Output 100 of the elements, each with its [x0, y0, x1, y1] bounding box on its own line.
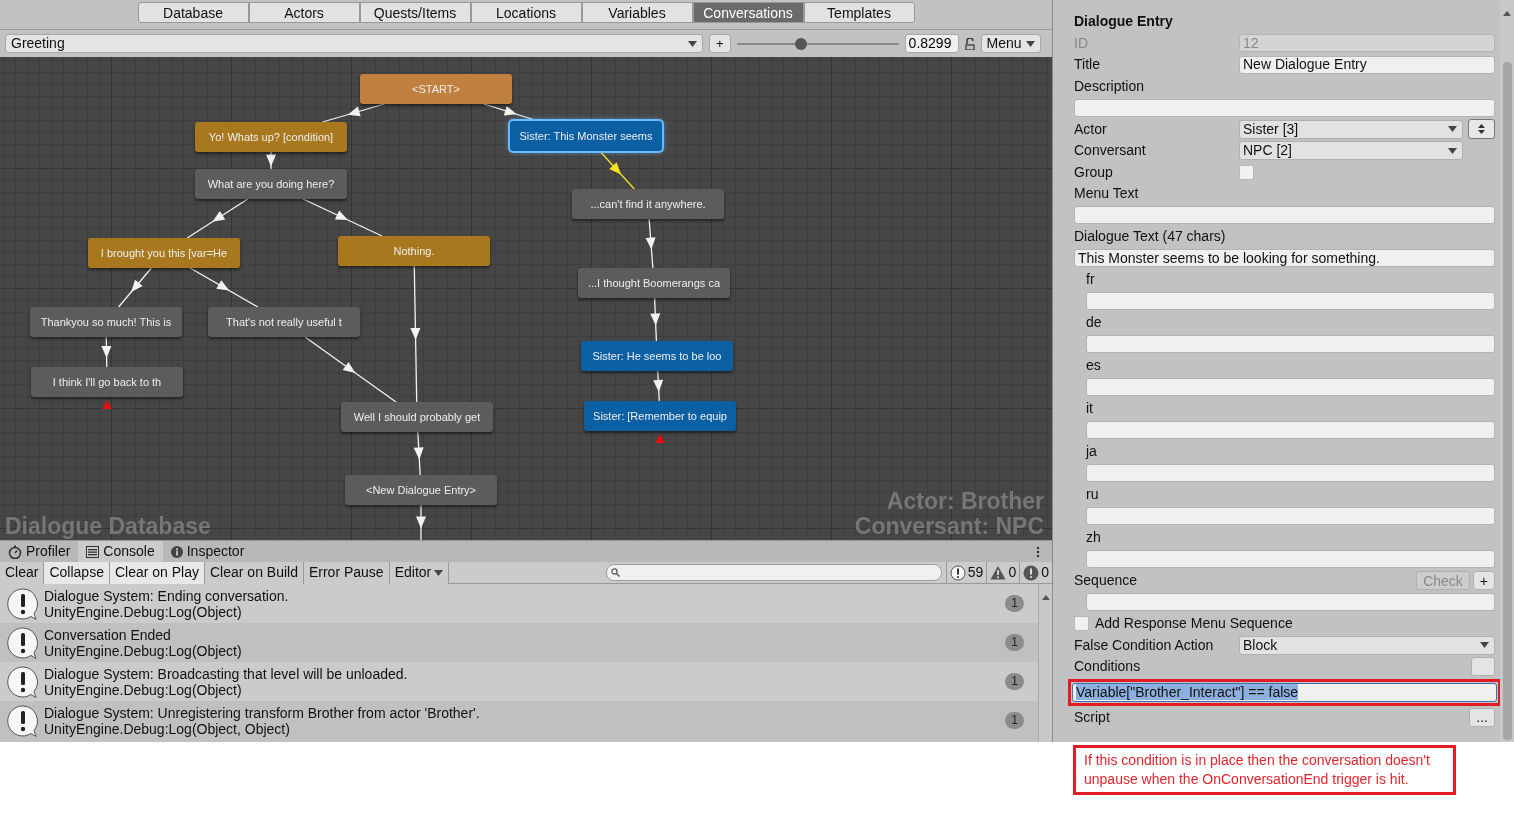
add-button[interactable]: +	[709, 34, 731, 53]
field-button[interactable]: +	[1472, 571, 1495, 591]
dialogue-node[interactable]: Sister: [Remember to equip	[584, 401, 736, 431]
tab[interactable]: Variables	[581, 2, 693, 23]
dropdown[interactable]: NPC [2]	[1239, 141, 1463, 161]
dropdown[interactable]: Block	[1239, 635, 1495, 655]
menu-dropdown[interactable]: Menu	[980, 34, 1041, 53]
tab[interactable]: Quests/Items	[359, 2, 471, 23]
dropdown[interactable]: Sister [3]	[1239, 119, 1463, 139]
menu-button[interactable]	[1471, 657, 1495, 677]
message-count: 59	[967, 563, 984, 582]
field-label: it	[1086, 399, 1094, 419]
count-badge: 1	[1005, 673, 1024, 690]
info-icon	[170, 545, 183, 558]
count-badge: 1	[1005, 634, 1024, 651]
stack-trace: UnityEngine.Debug:Log(Object)	[44, 603, 243, 620]
dialogue-node[interactable]: I brought you this [var=He	[88, 238, 240, 268]
dialogue-node[interactable]: I think I'll go back to th	[31, 367, 183, 397]
tab[interactable]: Conversations	[692, 2, 804, 23]
text-field[interactable]: New Dialogue Entry	[1239, 55, 1495, 74]
console-button[interactable]: Clear	[0, 561, 45, 584]
text-field[interactable]	[1074, 98, 1495, 117]
field-label: Conditions	[1074, 657, 1142, 677]
field-label: ru	[1086, 485, 1100, 505]
text-field[interactable]	[1086, 550, 1495, 569]
list-icon	[86, 545, 100, 558]
field-label: zh	[1086, 528, 1102, 548]
field-label: Description	[1074, 76, 1146, 96]
tab[interactable]: Locations	[470, 2, 582, 23]
condition-field[interactable]: Variable["Brother_Interact"] == false	[1072, 682, 1497, 702]
slider-thumb[interactable]	[795, 37, 808, 50]
panel-tab[interactable]: Console	[78, 541, 163, 562]
dialogue-node[interactable]: <New Dialogue Entry>	[345, 475, 497, 505]
search-field[interactable]	[605, 564, 942, 581]
field-label: ja	[1086, 442, 1098, 462]
conversation-dropdown[interactable]: Greeting	[5, 34, 703, 53]
text-field[interactable]	[1086, 378, 1495, 397]
dialogue-node[interactable]: ...can't find it anywhere.	[572, 189, 724, 219]
field-label: Menu Text	[1074, 184, 1140, 204]
checkbox-label: Add Response Menu Sequence	[1095, 614, 1293, 634]
tab[interactable]: Database	[137, 2, 249, 23]
log-message: Dialogue System: Unregistering transform Brother from actor 'Brother'.	[44, 704, 481, 721]
text-field[interactable]	[1086, 421, 1495, 440]
text-field[interactable]: This Monster seems to be looking for something.	[1074, 249, 1495, 268]
field-label: fr	[1086, 270, 1096, 290]
scroll-up-icon[interactable]	[1042, 594, 1050, 600]
dialogue-node[interactable]: That's not really useful t	[208, 307, 360, 337]
console-button[interactable]: Clear on Build	[205, 561, 304, 584]
dialogue-node[interactable]: Sister: He seems to be loo	[581, 341, 733, 371]
scroll-thumb[interactable]	[1503, 62, 1512, 740]
more-icon[interactable]	[1036, 546, 1040, 558]
field-label: de	[1086, 313, 1103, 333]
dialogue-node[interactable]: What are you doing here?	[195, 169, 347, 199]
field-label: Title	[1074, 55, 1101, 75]
error-icon	[1023, 564, 1040, 581]
zoom-field[interactable]: 0.8299	[904, 34, 959, 53]
info-icon	[949, 564, 966, 581]
panel-tab[interactable]: Profiler	[0, 541, 79, 562]
dialogue-node[interactable]: Yo! Whats up? [condition]	[195, 122, 347, 152]
field-label: Conversant	[1074, 141, 1147, 161]
scrollbar[interactable]	[1500, 0, 1514, 742]
scroll-up-icon[interactable]	[1503, 11, 1511, 17]
tab[interactable]: Actors	[248, 2, 360, 23]
stepper-button[interactable]	[1468, 119, 1495, 140]
text-field[interactable]	[1086, 507, 1495, 526]
dialogue-node[interactable]: ...I thought Boomerangs ca	[578, 268, 730, 298]
log-message-icon	[6, 703, 40, 738]
scrollbar[interactable]	[1038, 584, 1052, 742]
checkbox[interactable]	[1239, 164, 1254, 180]
text-field[interactable]	[1074, 206, 1495, 225]
caret-icon	[434, 569, 444, 576]
panel-tab[interactable]: Inspector	[162, 541, 253, 562]
canvas-label: Conversant: NPC	[854, 515, 1044, 538]
canvas-label: Dialogue Database	[5, 515, 211, 538]
section-heading: Dialogue Entry	[1074, 12, 1174, 32]
stack-trace: UnityEngine.Debug:Log(Object)	[44, 642, 243, 659]
text-field[interactable]	[1086, 593, 1495, 612]
dialogue-node[interactable]: Sister: This Monster seems	[510, 121, 662, 151]
field-label: ID	[1074, 33, 1089, 53]
text-field[interactable]	[1086, 335, 1495, 354]
caret-icon	[1025, 40, 1035, 47]
console-button[interactable]: Collapse	[44, 561, 110, 584]
text-field[interactable]	[1086, 464, 1495, 483]
log-message-icon	[6, 664, 40, 699]
text-field[interactable]	[1086, 292, 1495, 311]
dialogue-node[interactable]: Well I should probably get	[341, 402, 493, 432]
tab[interactable]: Templates	[803, 2, 915, 23]
lock-icon	[964, 37, 975, 50]
caret-icon	[1448, 126, 1457, 133]
checkbox[interactable]	[1074, 616, 1089, 632]
stack-trace: UnityEngine.Debug:Log(Object, Object)	[44, 720, 291, 737]
dialogue-node[interactable]: Thankyou so much! This is	[30, 307, 182, 337]
caret-icon	[1480, 642, 1489, 649]
annotation-note: If this condition is in place then the conversation doesn't unpause when the OnConversationEnd trigger is hit.	[1073, 745, 1456, 795]
field-button[interactable]: ...	[1469, 707, 1495, 727]
stopwatch-icon	[8, 544, 22, 559]
count-badge: 1	[1005, 712, 1024, 729]
stack-trace: UnityEngine.Debug:Log(Object)	[44, 681, 243, 698]
message-count: 0	[1008, 563, 1017, 582]
field-label: Sequence	[1074, 571, 1139, 591]
